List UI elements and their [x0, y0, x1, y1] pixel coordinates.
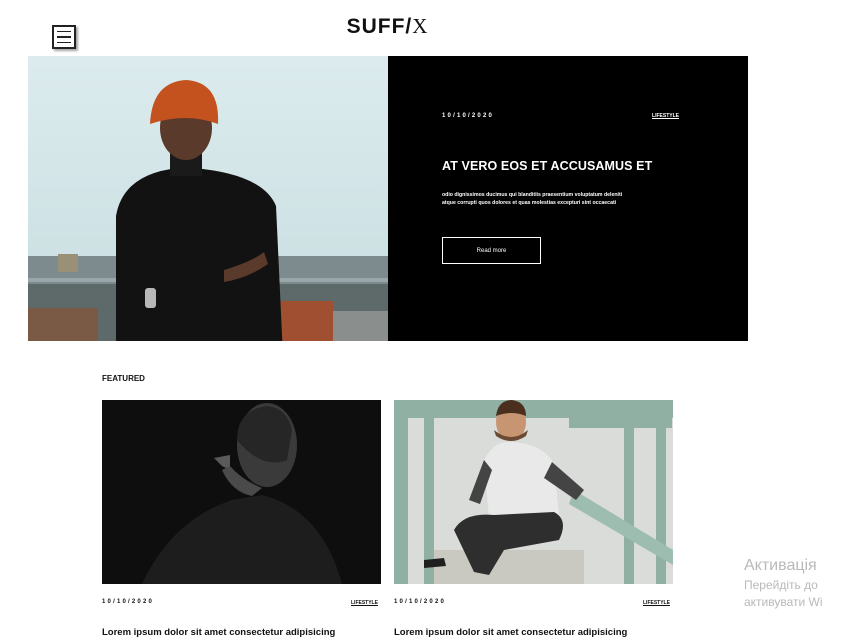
card-image[interactable] — [102, 400, 381, 584]
hero-category-link[interactable]: LIFESTYLE — [652, 113, 679, 119]
card-image[interactable] — [394, 400, 673, 584]
menu-line — [57, 41, 71, 44]
hero-panel: 10/10/2020 LIFESTYLE AT VERO EOS ET ACCU… — [388, 56, 748, 341]
card-date: 10/10/2020 — [102, 599, 155, 605]
card-title[interactable]: Lorem ipsum dolor sit amet consectetur a… — [394, 627, 627, 638]
hero-image[interactable] — [28, 56, 388, 341]
hero-date: 10/10/2020 — [442, 113, 495, 119]
hero-excerpt: odio dignissimos ducimus qui blanditiis … — [442, 191, 692, 207]
hero-title[interactable]: AT VERO EOS ET ACCUSAMUS ET — [442, 159, 652, 173]
logo-part2: X — [412, 14, 429, 38]
card-category-link[interactable]: LIFESTYLE — [643, 600, 670, 606]
watermark-line: активувати Wi — [744, 595, 823, 609]
watermark-line: Активація — [744, 557, 817, 574]
logo-part1: SUFF — [346, 15, 406, 38]
watermark-line: Перейдіть до — [744, 578, 818, 592]
activation-watermark: Активація Перейдіть до активувати Wi — [744, 557, 823, 609]
hero-excerpt-line: atque corrupti quos dolores et quas mole… — [442, 200, 617, 206]
read-more-button[interactable]: Read more — [442, 237, 541, 264]
featured-heading: FEATURED — [102, 374, 145, 383]
hero-excerpt-line: odio dignissimos ducimus qui blanditiis … — [442, 192, 623, 198]
card-category-link[interactable]: LIFESTYLE — [351, 600, 378, 606]
site-logo[interactable]: SUFF/X — [0, 14, 775, 39]
card-title[interactable]: Lorem ipsum dolor sit amet consectetur a… — [102, 627, 335, 638]
card-date: 10/10/2020 — [394, 599, 447, 605]
